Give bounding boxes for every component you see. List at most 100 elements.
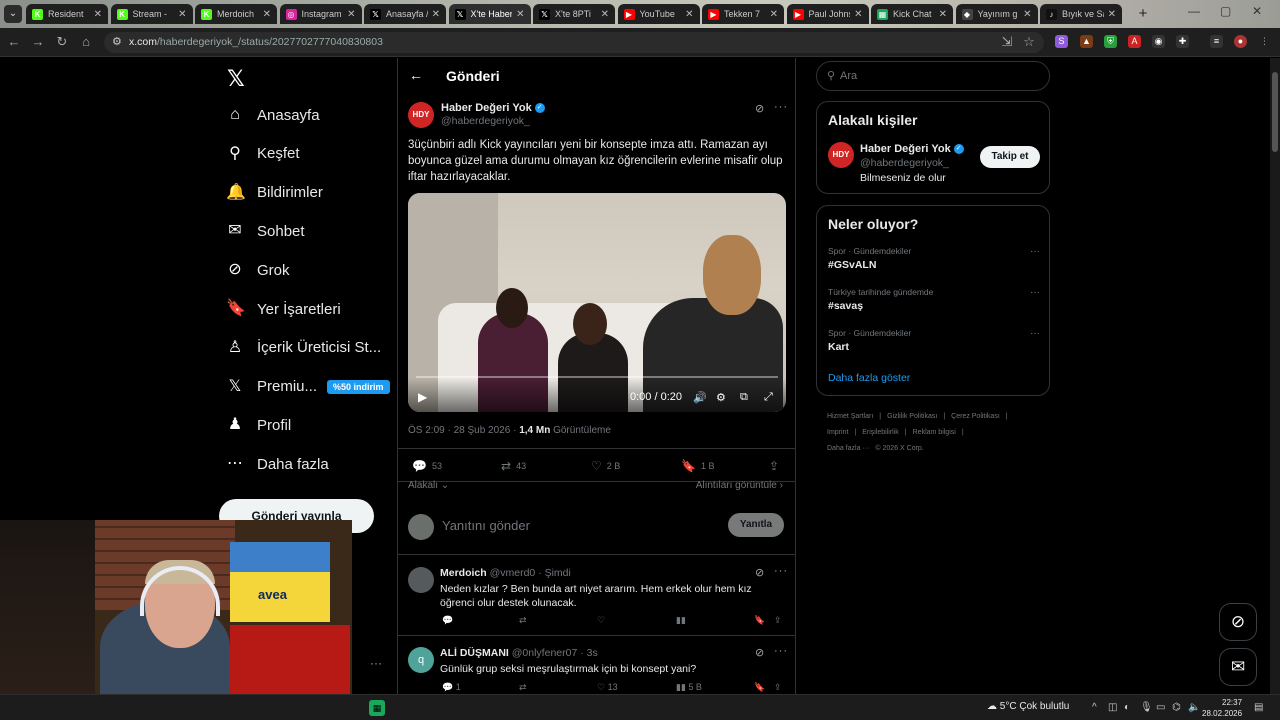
close-window-icon[interactable]: ✕	[1252, 4, 1262, 18]
browser-tab[interactable]: 𝕏 Anasayfa / ✕	[364, 4, 446, 24]
grok-fab-icon[interactable]: ⊘	[1219, 603, 1257, 641]
back-arrow-icon[interactable]: ←	[409, 67, 423, 83]
minimize-icon[interactable]: —	[1188, 4, 1200, 18]
follow-button[interactable]: Takip et	[980, 146, 1040, 168]
tab-close-icon[interactable]: ✕	[939, 9, 947, 20]
footer-link[interactable]: Çerez Politikası	[951, 413, 1000, 420]
tab-close-icon[interactable]: ✕	[178, 9, 186, 20]
address-bar[interactable]: ⚙ x.com/haberdegeriyok_/status/202770277…	[104, 32, 1044, 53]
trend-item[interactable]: Spor · Gündemdekiler Kart ···	[828, 328, 1040, 353]
sidebar-item-sohbet[interactable]: ✉ Sohbet	[226, 219, 304, 243]
related-avatar[interactable]: HDY	[828, 142, 854, 168]
browser-tab[interactable]: ▶ Tekken 7 ✕	[702, 4, 784, 24]
kick-chat-app-icon[interactable]: ▦	[369, 700, 385, 716]
browser-menu-icon[interactable]: ⋮	[1258, 35, 1271, 48]
show-more-link[interactable]: Daha fazla göster	[828, 372, 910, 384]
more-options-icon[interactable]: ···	[1030, 246, 1040, 257]
reload-icon[interactable]: ↻	[54, 34, 70, 50]
page-scrollbar[interactable]	[1270, 58, 1280, 694]
heart-icon[interactable]: ♡	[597, 615, 605, 626]
trend-item[interactable]: Türkiye tarihinde gündemde #savaş ···	[828, 287, 1040, 312]
reply-author[interactable]: Merdoich @vmerd0 · Şimdi	[440, 567, 571, 579]
view-quotes-link[interactable]: Alıntıları görüntüle ›	[696, 480, 783, 491]
sidebar-item-anasayfa[interactable]: ⌂ Anasayfa	[226, 103, 319, 127]
more-options-icon[interactable]: ···	[774, 645, 788, 657]
adblock-icon[interactable]: A	[1128, 35, 1141, 48]
reply-button[interactable]: Yanıtla	[728, 513, 784, 537]
user-avatar[interactable]	[408, 514, 434, 540]
browser-tab[interactable]: 𝕏 X'te Haber ✕	[448, 4, 531, 24]
sidebar-item-daha-fazla[interactable]: ⋯ Daha fazla	[226, 452, 329, 476]
tray-app-icon[interactable]: ◐	[1124, 702, 1130, 713]
new-tab-button[interactable]: +	[1135, 6, 1151, 22]
analytics-icon[interactable]: ▮▮	[676, 615, 686, 626]
tab-search-icon[interactable]: ⌄	[4, 5, 22, 23]
tab-close-icon[interactable]: ✕	[94, 9, 102, 20]
sidebar-item-profil[interactable]: ♟ Profil	[226, 413, 291, 437]
grok-icon[interactable]: ⊘	[755, 566, 764, 579]
pip-icon[interactable]: ⧉	[740, 391, 748, 404]
display-icon[interactable]: ▭	[1156, 702, 1165, 713]
play-icon[interactable]: ▶	[418, 390, 427, 404]
profile-avatar[interactable]: ●	[1234, 35, 1247, 48]
browser-tab[interactable]: K Merdoich ✕	[195, 4, 277, 24]
footer-link[interactable]: © 2026 X Corp.	[875, 445, 923, 452]
heart-icon[interactable]: ♡ 13	[597, 682, 618, 693]
shield-extension-icon[interactable]: ⛨	[1104, 35, 1117, 48]
reply-author[interactable]: ALİ DÜŞMANI @0nlyfener07 · 3s	[440, 647, 598, 659]
sidebar-item-bildirimler[interactable]: 🔔 Bildirimler	[226, 181, 323, 205]
extension-icon[interactable]: S	[1055, 35, 1068, 48]
browser-tab[interactable]: K Resident ✕	[26, 4, 108, 24]
reply-sort-dropdown[interactable]: Alakalı ⌄	[408, 480, 449, 491]
back-icon[interactable]: ←	[6, 34, 22, 50]
repost-icon[interactable]: ⇄	[519, 682, 527, 693]
tab-close-icon[interactable]: ✕	[1023, 9, 1031, 20]
bookmark-star-icon[interactable]: ☆	[1021, 34, 1037, 50]
fullscreen-icon[interactable]: ⤢	[764, 391, 773, 404]
home-page-icon[interactable]: ⌂	[78, 34, 94, 50]
footer-link[interactable]: Daha fazla ···	[827, 445, 869, 452]
bookmark-icon[interactable]: 🔖	[754, 615, 765, 626]
reply-action[interactable]: 💬 53	[412, 459, 442, 473]
notification-icon[interactable]: ▤	[1254, 702, 1263, 713]
grok-icon[interactable]: ⊘	[755, 646, 764, 659]
account-more-icon[interactable]: ···	[370, 656, 382, 670]
more-options-icon[interactable]: ···	[1030, 328, 1040, 339]
sidebar-item-i-çerik-üreticisi-st[interactable]: ♙ İçerik Üreticisi St...	[226, 336, 381, 360]
tray-app-icon[interactable]: ◫	[1108, 702, 1117, 713]
sidebar-item-keşfet[interactable]: ⚲ Keşfet	[226, 142, 299, 166]
more-options-icon[interactable]: ···	[1030, 287, 1040, 298]
comment-icon[interactable]: 💬	[442, 615, 453, 626]
repost-icon[interactable]: ⇄	[519, 615, 527, 626]
extensions-puzzle-icon[interactable]: ✚	[1176, 35, 1189, 48]
maximize-icon[interactable]: ▢	[1220, 4, 1231, 18]
tab-close-icon[interactable]: ✕	[1108, 9, 1116, 20]
search-input[interactable]: ⚲ Ara	[816, 61, 1050, 91]
grok-icon[interactable]: ⊘	[755, 102, 764, 115]
footer-link[interactable]: Imprint	[827, 429, 848, 436]
network-icon[interactable]: ⌬	[1172, 702, 1181, 713]
reply-avatar[interactable]: q	[408, 647, 434, 673]
share-icon[interactable]: ⇪	[774, 682, 782, 693]
sidebar-item-premiu[interactable]: 𝕏 Premiu... %50 indirim	[226, 375, 390, 399]
comment-icon[interactable]: 💬 1	[442, 682, 461, 693]
settings-gear-icon[interactable]: ⚙	[716, 391, 726, 404]
tab-close-icon[interactable]: ✕	[432, 9, 440, 20]
video-progress-bar[interactable]	[416, 376, 778, 378]
trend-item[interactable]: Spor · Gündemdekiler #GSvALN ···	[828, 246, 1040, 271]
x-logo[interactable]: 𝕏	[227, 66, 245, 92]
install-app-icon[interactable]: ⇲	[999, 34, 1015, 50]
reading-list-icon[interactable]: ≡	[1210, 35, 1223, 48]
speaker-icon[interactable]: 🔈	[1188, 702, 1200, 713]
browser-tab[interactable]: ▶ YouTube ✕	[617, 4, 700, 24]
tray-chevron-icon[interactable]: ^	[1092, 702, 1097, 713]
tab-close-icon[interactable]: ✕	[854, 9, 862, 20]
site-info-icon[interactable]: ⚙	[112, 35, 122, 48]
more-options-icon[interactable]: ···	[774, 101, 788, 113]
extension-icon[interactable]: ▲	[1080, 35, 1093, 48]
reply-input[interactable]: Yanıtını gönder	[442, 518, 530, 533]
browser-tab[interactable]: K Stream - ✕	[110, 4, 193, 24]
author-handle[interactable]: @haberdegeriyok_	[441, 115, 530, 127]
browser-tab[interactable]: ♪ Bıyık ve Sa ✕	[1040, 4, 1122, 24]
more-options-icon[interactable]: ···	[774, 565, 788, 577]
